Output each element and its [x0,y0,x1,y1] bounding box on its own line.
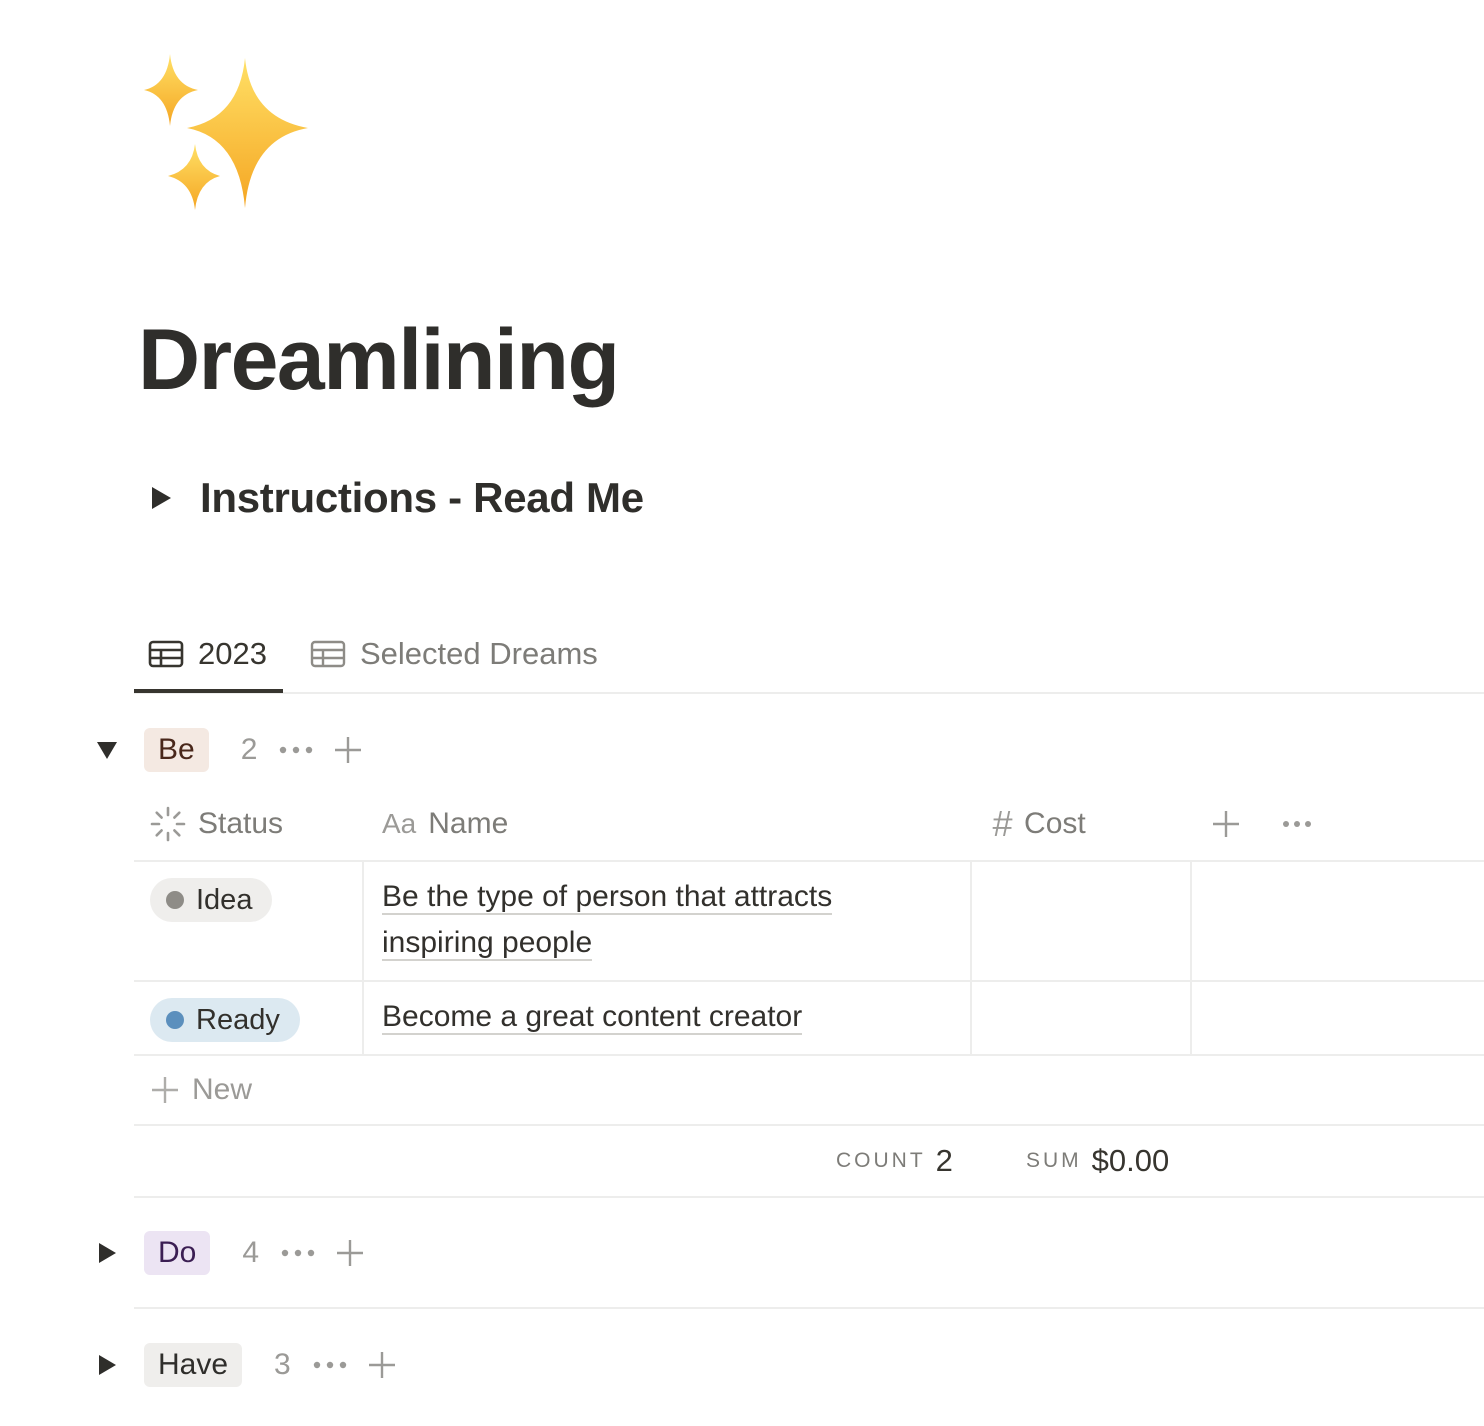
plus-icon[interactable] [365,1348,399,1382]
cell-divider [1190,862,1192,980]
more-dots-icon[interactable] [281,1238,315,1268]
triangle-right-icon[interactable] [146,483,176,513]
tab-selected-dreams[interactable]: Selected Dreams [310,618,598,690]
group-header-do: Do 4 [92,1228,367,1278]
more-dots-icon[interactable] [313,1350,347,1380]
status-label: Ready [196,1003,280,1036]
column-name[interactable]: Aa Name [382,788,508,860]
column-label: Status [198,807,284,840]
table-row[interactable]: Ready Become a great content creator [134,982,1484,1056]
group-header-be: Be 2 [92,725,365,775]
group-tag-have[interactable]: Have [144,1343,243,1387]
plus-icon[interactable] [333,1236,367,1270]
name-cell[interactable]: Become a great content creator [382,994,942,1040]
triangle-right-icon[interactable] [92,1350,122,1380]
tab-label: 2023 [198,636,267,671]
cell-divider [1190,982,1192,1054]
table-row[interactable]: Idea Be the type of person that attracts… [134,862,1484,982]
cell-divider [970,982,972,1054]
status-spinner-icon [150,806,186,842]
text-aa-icon: Aa [382,808,417,839]
instructions-toggle[interactable]: Instructions - Read Me [146,468,644,528]
cell-divider [362,862,364,980]
row-name[interactable]: Be the type of person that attracts insp… [382,880,833,961]
triangle-down-icon[interactable] [92,735,122,765]
triangle-right-icon[interactable] [92,1238,122,1268]
cell-divider [362,982,364,1054]
count-calculation[interactable]: COUNT 2 [836,1126,953,1196]
calculation-row: COUNT 2 SUM $0.00 [134,1126,1484,1198]
row-name[interactable]: Become a great content creator [382,1000,803,1035]
count-label: COUNT [836,1149,926,1172]
cell-divider [970,862,972,980]
name-cell[interactable]: Be the type of person that attracts insp… [382,874,942,966]
number-hash-icon: # [992,803,1013,844]
status-dot [166,1011,184,1029]
tab-label: Selected Dreams [360,636,598,671]
table-header: Status Aa Name # Cost [134,788,1484,862]
status-pill[interactable]: Ready [150,998,300,1042]
toggle-heading-text: Instructions - Read Me [200,474,644,521]
group-tag-be[interactable]: Be [144,728,209,772]
column-more-dots-icon[interactable] [1282,788,1312,860]
sum-calculation[interactable]: SUM $0.00 [1026,1126,1169,1196]
plus-icon[interactable] [331,733,365,767]
group-count: 3 [274,1348,291,1381]
group-count: 4 [242,1236,260,1269]
table-icon [148,639,186,669]
status-label: Idea [196,883,253,916]
new-label: New [192,1073,253,1106]
sparkles-icon[interactable] [140,50,315,215]
column-status[interactable]: Status [150,788,283,860]
tab-2023[interactable]: 2023 [134,618,283,693]
group-header-have: Have 3 [92,1340,399,1390]
new-row-button[interactable]: New [134,1056,1484,1126]
view-tabs: 2023 Selected Dreams [134,618,1484,694]
table-icon [310,639,348,669]
sum-label: SUM [1026,1149,1082,1172]
group-tag-do[interactable]: Do [144,1231,211,1275]
add-column-plus-icon[interactable] [1212,788,1240,860]
plus-icon [148,1073,182,1107]
column-label: Cost [1024,807,1086,840]
page-title[interactable]: Dreamlining [138,310,620,410]
column-label: Name [428,807,509,840]
sum-value: $0.00 [1091,1143,1170,1178]
group-divider [134,1307,1484,1309]
status-dot [166,891,184,909]
status-pill[interactable]: Idea [150,878,273,922]
column-cost[interactable]: # Cost [992,788,1086,860]
count-value: 2 [935,1143,953,1178]
group-count: 2 [240,733,258,766]
more-dots-icon[interactable] [279,735,313,765]
